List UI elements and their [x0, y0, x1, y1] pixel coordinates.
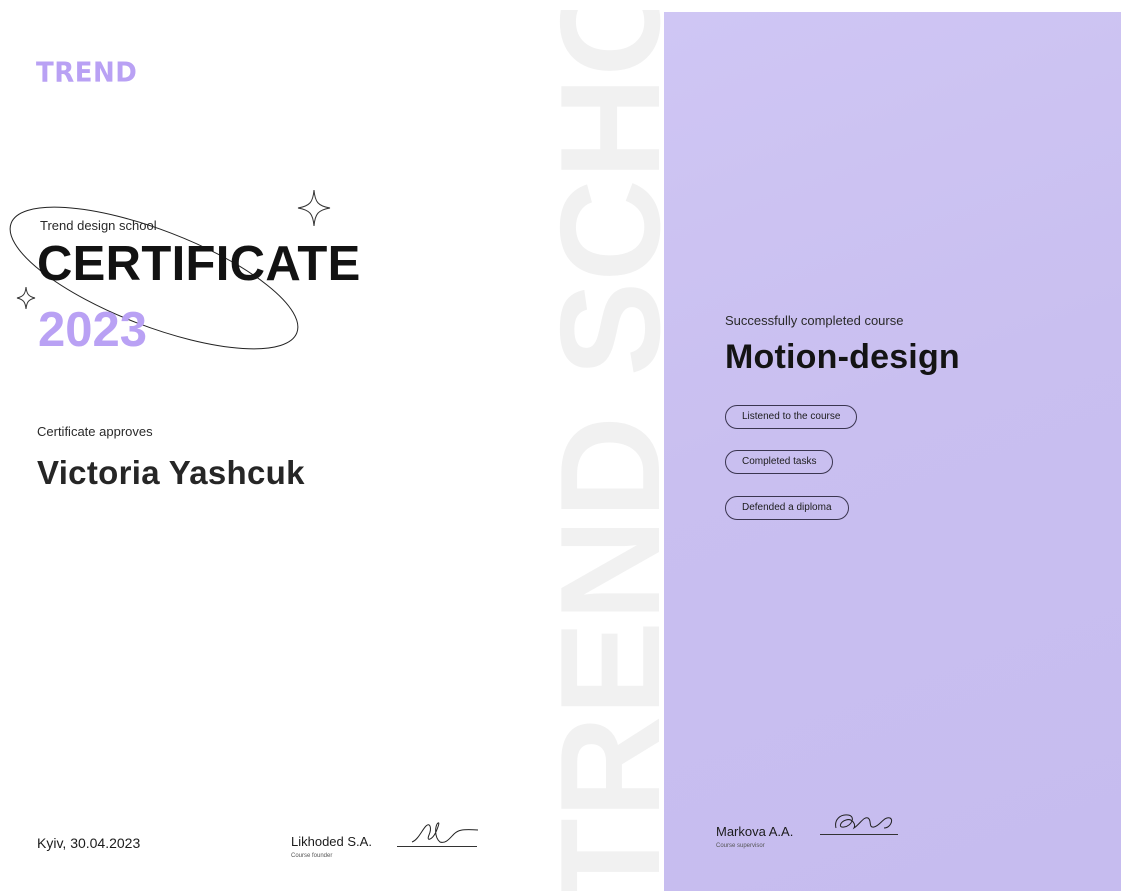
course-name: Motion-design: [725, 338, 960, 376]
brand-logo: TREND: [36, 57, 138, 89]
svg-text:TREND SCHOOL: TREND SCHOOL: [537, 10, 665, 891]
certificate-left-panel: TREND Trend design school CERTIFICATE 20…: [0, 0, 540, 891]
achievement-tag: Listened to the course: [725, 405, 858, 429]
watermark-text: TREND SCHOOL: [537, 10, 665, 891]
certificate-year: 2023: [38, 303, 148, 357]
achievement-tag: Defended a diploma: [725, 496, 849, 520]
school-name: Trend design school: [40, 218, 157, 233]
supervisor-role: Course supervisor: [716, 843, 765, 849]
sparkle-star-icon: [297, 189, 331, 227]
supervisor-signature-block: Markova A.A. Course supervisor: [716, 824, 793, 849]
founder-signature-block: Likhoded S.A. Course founder: [291, 834, 372, 859]
vertical-watermark: TREND SCHOOL: [537, 10, 665, 891]
recipient-name: Victoria Yashcuk: [37, 454, 305, 491]
approves-label: Certificate approves: [37, 424, 153, 439]
founder-signature: [411, 822, 479, 843]
certificate-title: CERTIFICATE: [37, 237, 361, 291]
sparkle-star-icon: [16, 286, 36, 310]
place-date: Kyiv, 30.04.2023: [37, 835, 141, 851]
founder-name: Likhoded S.A.: [291, 834, 372, 849]
founder-role: Course founder: [291, 853, 333, 859]
supervisor-signature: [835, 814, 893, 830]
supervisor-name: Markova A.A.: [716, 824, 794, 839]
completed-course-label: Successfully completed course: [725, 313, 904, 328]
achievement-tag: Completed tasks: [725, 450, 834, 474]
